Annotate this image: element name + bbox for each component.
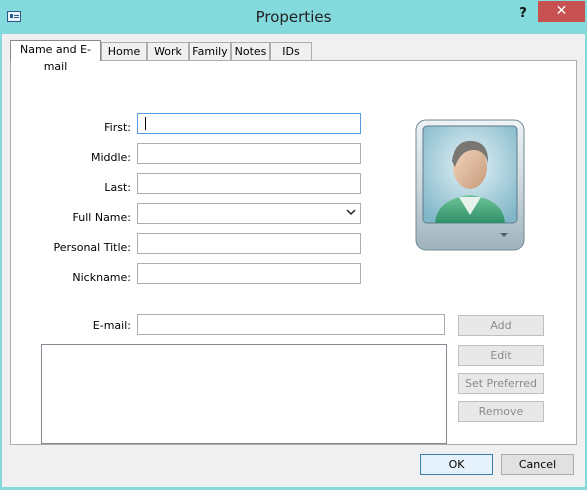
- middle-label: Middle:: [90, 151, 131, 164]
- email-input[interactable]: [137, 314, 445, 335]
- ok-button[interactable]: OK: [420, 454, 493, 475]
- window-title: Properties: [255, 8, 332, 26]
- set-preferred-button[interactable]: Set Preferred: [458, 373, 544, 394]
- email-list[interactable]: [41, 344, 447, 444]
- nickname-field[interactable]: [137, 263, 361, 284]
- email-label: E-mail:: [92, 319, 131, 332]
- name-and-email-panel: First: Middle: Last: Full Name: Personal…: [10, 60, 577, 445]
- personal-title-field[interactable]: [137, 233, 361, 254]
- chevron-down-icon: [346, 207, 356, 220]
- tab-notes[interactable]: Notes: [231, 42, 270, 60]
- remove-email-button[interactable]: Remove: [458, 401, 544, 422]
- text-caret: [145, 117, 146, 130]
- tab-work[interactable]: Work: [147, 42, 189, 60]
- middle-name-field[interactable]: [137, 143, 361, 164]
- first-name-field[interactable]: [137, 113, 361, 134]
- full-name-dropdown[interactable]: [137, 203, 361, 224]
- tab-family[interactable]: Family: [189, 42, 231, 60]
- first-label: First:: [104, 121, 131, 134]
- tab-name-and-email[interactable]: Name and E-mail: [10, 40, 101, 73]
- cancel-button[interactable]: Cancel: [501, 454, 574, 475]
- dialog-client-area: Name and E-mail Home Work Family Notes I…: [2, 34, 585, 487]
- help-button[interactable]: ?: [512, 6, 534, 26]
- last-name-field[interactable]: [137, 173, 361, 194]
- full-name-label: Full Name:: [72, 211, 131, 224]
- personal-title-label: Personal Title:: [53, 241, 131, 254]
- last-label: Last:: [104, 181, 131, 194]
- add-email-button[interactable]: Add: [458, 315, 544, 336]
- tab-ids[interactable]: IDs: [270, 42, 312, 60]
- title-bar[interactable]: Properties ? ✕: [0, 0, 587, 34]
- tab-home[interactable]: Home: [101, 42, 147, 60]
- edit-email-button[interactable]: Edit: [458, 345, 544, 366]
- contact-photo-icon[interactable]: [415, 119, 525, 251]
- properties-dialog: Properties ? ✕ Name and E-mail Home Work…: [0, 0, 587, 490]
- nickname-label: Nickname:: [72, 271, 131, 284]
- close-button[interactable]: ✕: [538, 1, 585, 22]
